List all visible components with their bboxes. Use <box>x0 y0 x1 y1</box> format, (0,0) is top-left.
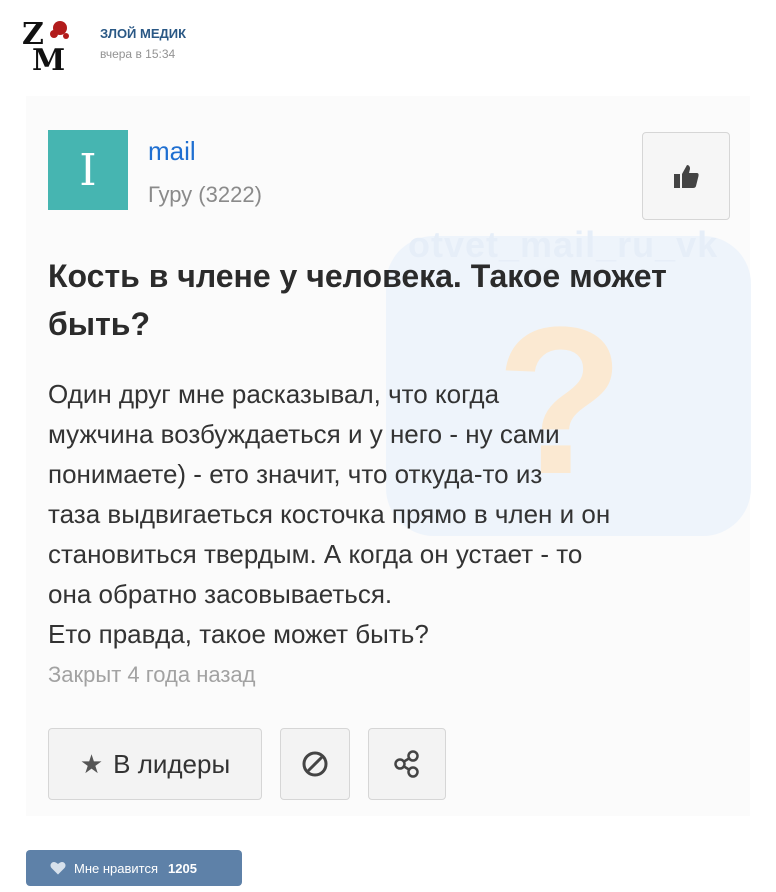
group-logo-icon[interactable]: Z M <box>20 14 80 78</box>
block-button <box>280 728 350 800</box>
star-icon: ★ <box>79 748 104 779</box>
svg-text:M: M <box>32 43 65 74</box>
user-avatar: I <box>48 130 128 210</box>
to-leaders-button: ★ В лидеры <box>48 728 262 800</box>
group-name[interactable]: ЗЛОЙ МЕДИК <box>100 26 186 41</box>
like-label: Мне нравится <box>74 860 159 876</box>
like-button[interactable]: Мне нравится 1205 <box>26 850 242 886</box>
question-body-line: Ето правда, такое может быть? <box>48 619 429 649</box>
like-count: 1205 <box>168 860 197 876</box>
thumbs-up-icon <box>674 165 699 188</box>
question-body-line: Один друг мне расказывал, что когда <box>48 379 500 409</box>
question-body-line: таза выдвигаеться косточка прямо в член … <box>48 499 611 529</box>
question-title: Кость в члене у человека. Такое может бы… <box>48 258 667 342</box>
question-body-line: мужчина возбуждаеться и у него - ну сами <box>48 419 560 449</box>
user-name: mail <box>148 136 196 166</box>
thumbs-up-button <box>642 132 730 220</box>
question-body: Один друг мне расказывал, что когда мужч… <box>48 374 738 654</box>
share-button <box>368 728 446 800</box>
question-body-line: она обратно засовываеться. <box>48 579 393 609</box>
heart-icon <box>50 861 66 875</box>
post-time[interactable]: вчера в 15:34 <box>100 47 175 61</box>
share-icon <box>394 750 419 778</box>
block-icon <box>302 751 328 777</box>
user-rank: Гуру (3222) <box>148 182 262 207</box>
to-leaders-label: В лидеры <box>113 748 231 779</box>
question-body-line: становиться твердым. А когда он устает -… <box>48 539 583 569</box>
closed-status: Закрыт 4 года назад <box>48 662 256 687</box>
answer-card-image: ? otvet_mail_ru_vk I mail Гуру (3222) Ко… <box>26 96 751 816</box>
question-body-line: понимаете) - ето значит, что откуда-то и… <box>48 459 543 489</box>
